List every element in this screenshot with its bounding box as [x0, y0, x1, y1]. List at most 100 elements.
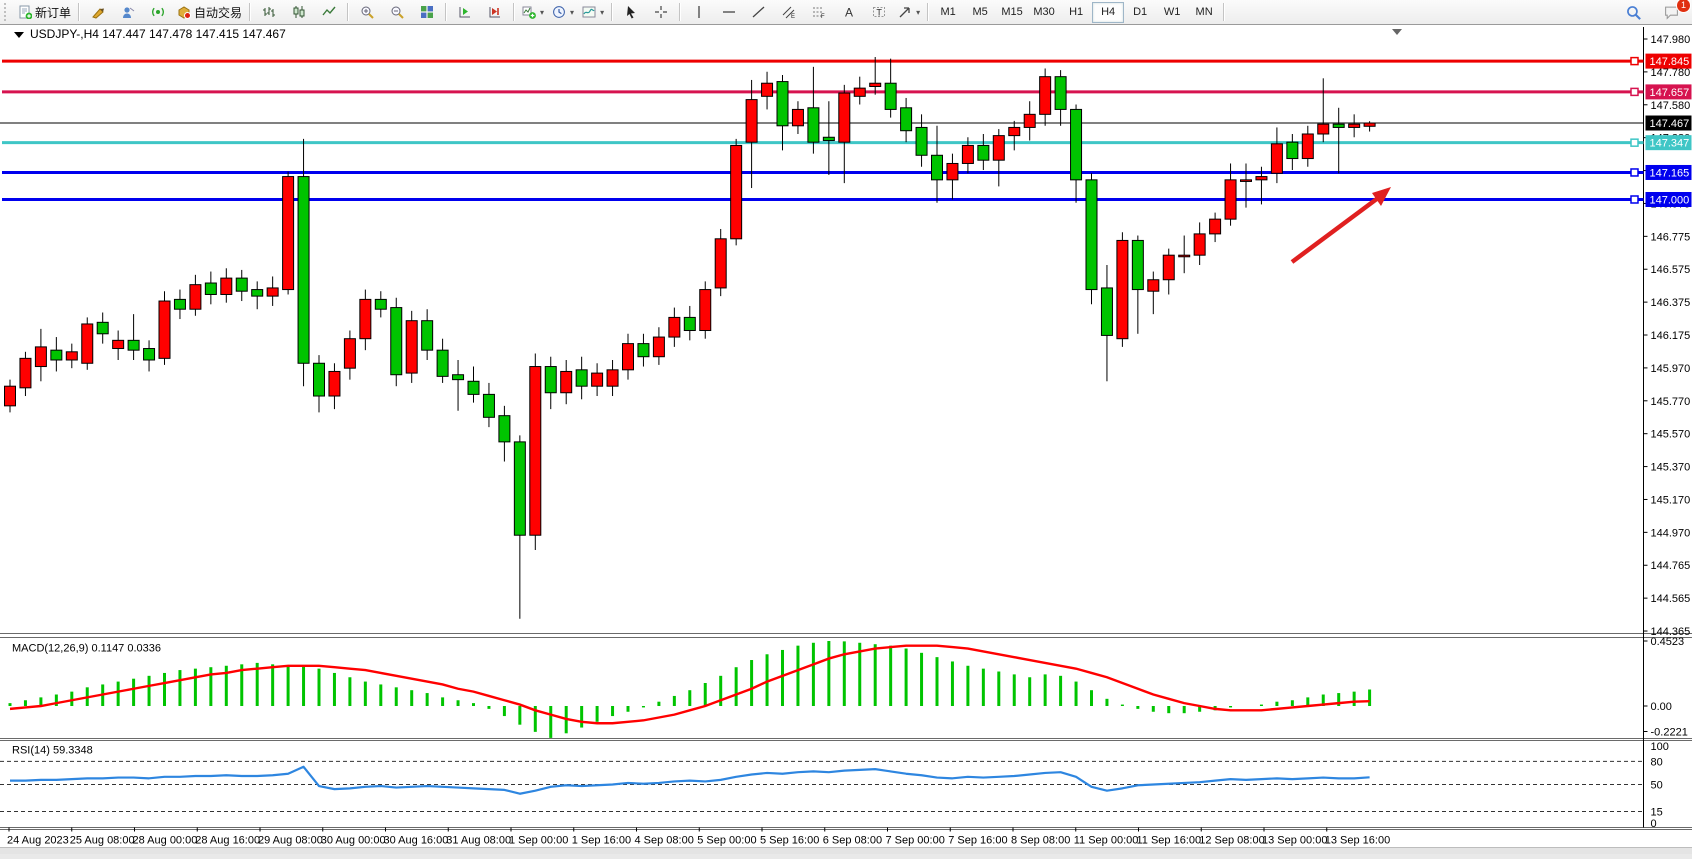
svg-text:145.770: 145.770 — [1651, 396, 1691, 408]
svg-text:0: 0 — [1651, 818, 1657, 830]
trendline-button[interactable] — [744, 1, 774, 24]
trendline-icon — [752, 5, 766, 19]
bar-chart-icon — [262, 5, 276, 19]
profile-chart-button[interactable] — [113, 1, 143, 24]
horizontal-line-147.165[interactable] — [2, 169, 1644, 176]
crosshair-button[interactable] — [646, 1, 676, 24]
autotrading-label: 自动交易 — [194, 4, 242, 21]
zoom-in-icon — [360, 5, 374, 19]
autotrading-icon — [177, 5, 191, 19]
chart-step-button[interactable] — [480, 1, 510, 24]
svg-text:6 Sep 08:00: 6 Sep 08:00 — [823, 835, 882, 847]
toolbar-separator — [611, 3, 613, 21]
vline-button[interactable] — [684, 1, 714, 24]
cursor-icon — [624, 5, 638, 19]
svg-text:28 Aug 00:00: 28 Aug 00:00 — [133, 835, 198, 847]
cursor-button[interactable] — [616, 1, 646, 24]
chevron-down-icon[interactable]: ▾ — [540, 8, 544, 17]
price-chart[interactable]: USDJPY-,H4 147.447 147.478 147.415 147.4… — [0, 25, 1692, 854]
search-icon — [1626, 5, 1641, 20]
clock-icon — [552, 5, 566, 19]
rsi-label: RSI(14) 59.3348 — [12, 745, 93, 757]
timeframe-d1-button[interactable]: D1 — [1124, 2, 1156, 23]
horizontal-line-147.000[interactable] — [2, 196, 1644, 203]
svg-text:T: T — [876, 7, 882, 17]
signal-icon — [151, 5, 165, 19]
candlestick-button[interactable] — [284, 1, 314, 24]
macd-label: MACD(12,26,9) 0.1147 0.0336 — [12, 643, 161, 655]
svg-text:30 Aug 00:00: 30 Aug 00:00 — [321, 835, 386, 847]
zoom-out-button[interactable] — [382, 1, 412, 24]
window-bottom-edge — [0, 847, 1692, 854]
tile-windows-button[interactable] — [412, 1, 442, 24]
new-chart-icon — [522, 5, 536, 19]
new-order-button[interactable]: 新订单 — [14, 1, 75, 24]
text-label-icon: T — [872, 5, 886, 19]
tile-windows-icon — [420, 5, 434, 19]
svg-text:147.165: 147.165 — [1650, 167, 1690, 179]
horizontal-line-147.347[interactable] — [2, 139, 1644, 146]
svg-text:-0.2221: -0.2221 — [1651, 727, 1688, 739]
arrows-button[interactable]: ▾ — [894, 1, 924, 24]
channel-button[interactable]: E — [774, 1, 804, 24]
text-icon: A — [842, 5, 856, 19]
chart-window[interactable]: USDJPY-,H4 147.447 147.478 147.415 147.4… — [0, 25, 1692, 854]
indicators-template-button[interactable]: ▾ — [578, 1, 608, 24]
vline-icon — [692, 5, 706, 19]
chart-play-button[interactable] — [450, 1, 480, 24]
svg-text:E: E — [791, 14, 795, 19]
bar-chart-button[interactable] — [254, 1, 284, 24]
fibonacci-icon: F — [812, 5, 826, 19]
search-button[interactable] — [1618, 1, 1648, 24]
text-label-button[interactable]: T — [864, 1, 894, 24]
svg-text:144.970: 144.970 — [1651, 527, 1691, 539]
toolbar-separator — [513, 3, 515, 21]
timeframe-m15-button[interactable]: M15 — [996, 2, 1028, 23]
notifications-button[interactable]: 1 — [1656, 1, 1686, 24]
chevron-down-icon[interactable]: ▾ — [570, 8, 574, 17]
timeframe-m5-button[interactable]: M5 — [964, 2, 996, 23]
svg-text:15: 15 — [1651, 806, 1663, 818]
crayon-button[interactable] — [83, 1, 113, 24]
fibonacci-button[interactable]: F — [804, 1, 834, 24]
timeframe-h4-button[interactable]: H4 — [1092, 2, 1124, 23]
hline-button[interactable] — [714, 1, 744, 24]
zoom-in-button[interactable] — [352, 1, 382, 24]
svg-text:146.375: 146.375 — [1651, 297, 1691, 309]
autotrading-button[interactable]: 自动交易 — [173, 1, 246, 24]
horizontal-line-147.845[interactable] — [2, 58, 1644, 65]
timeframe-mn-button[interactable]: MN — [1188, 2, 1220, 23]
chevron-down-icon[interactable]: ▾ — [600, 8, 604, 17]
svg-text:11 Sep 00:00: 11 Sep 00:00 — [1074, 835, 1139, 847]
chevron-down-icon[interactable]: ▾ — [916, 8, 920, 17]
chart-step-icon — [488, 5, 502, 19]
toolbar-separator — [445, 3, 447, 21]
svg-text:1 Sep 00:00: 1 Sep 00:00 — [509, 835, 568, 847]
chart-frame — [0, 27, 1692, 830]
new-order-icon — [18, 5, 32, 19]
svg-text:147.467: 147.467 — [1650, 118, 1690, 130]
toolbar-separator — [927, 3, 929, 21]
svg-text:147.980: 147.980 — [1651, 34, 1691, 46]
chart-shift-marker[interactable] — [1392, 29, 1402, 35]
zoom-out-icon — [390, 5, 404, 19]
toolbar: 新订单 自动交易 ▾ ▾ ▾ E F A T ▾ M1M5M15M30H1H4D1W1MN 1 — [0, 0, 1692, 25]
clock-button[interactable]: ▾ — [548, 1, 578, 24]
svg-text:144.565: 144.565 — [1651, 593, 1691, 605]
timeframe-h1-button[interactable]: H1 — [1060, 2, 1092, 23]
svg-text:147.347: 147.347 — [1650, 138, 1690, 150]
svg-text:F: F — [821, 14, 825, 19]
horizontal-line-147.657[interactable] — [2, 88, 1644, 95]
line-chart-button[interactable] — [314, 1, 344, 24]
signal-button[interactable] — [143, 1, 173, 24]
timeframe-m1-button[interactable]: M1 — [932, 2, 964, 23]
svg-text:147.780: 147.780 — [1651, 67, 1691, 79]
line-chart-icon — [322, 5, 336, 19]
timeframe-w1-button[interactable]: W1 — [1156, 2, 1188, 23]
channel-icon: E — [782, 5, 796, 19]
rsi-panel: RSI(14) 59.33481008050150 — [0, 741, 1669, 830]
text-button[interactable]: A — [834, 1, 864, 24]
new-chart-button[interactable]: ▾ — [518, 1, 548, 24]
macd-panel: MACD(12,26,9) 0.1147 0.03360.45230.00-0.… — [10, 636, 1688, 738]
timeframe-m30-button[interactable]: M30 — [1028, 2, 1060, 23]
